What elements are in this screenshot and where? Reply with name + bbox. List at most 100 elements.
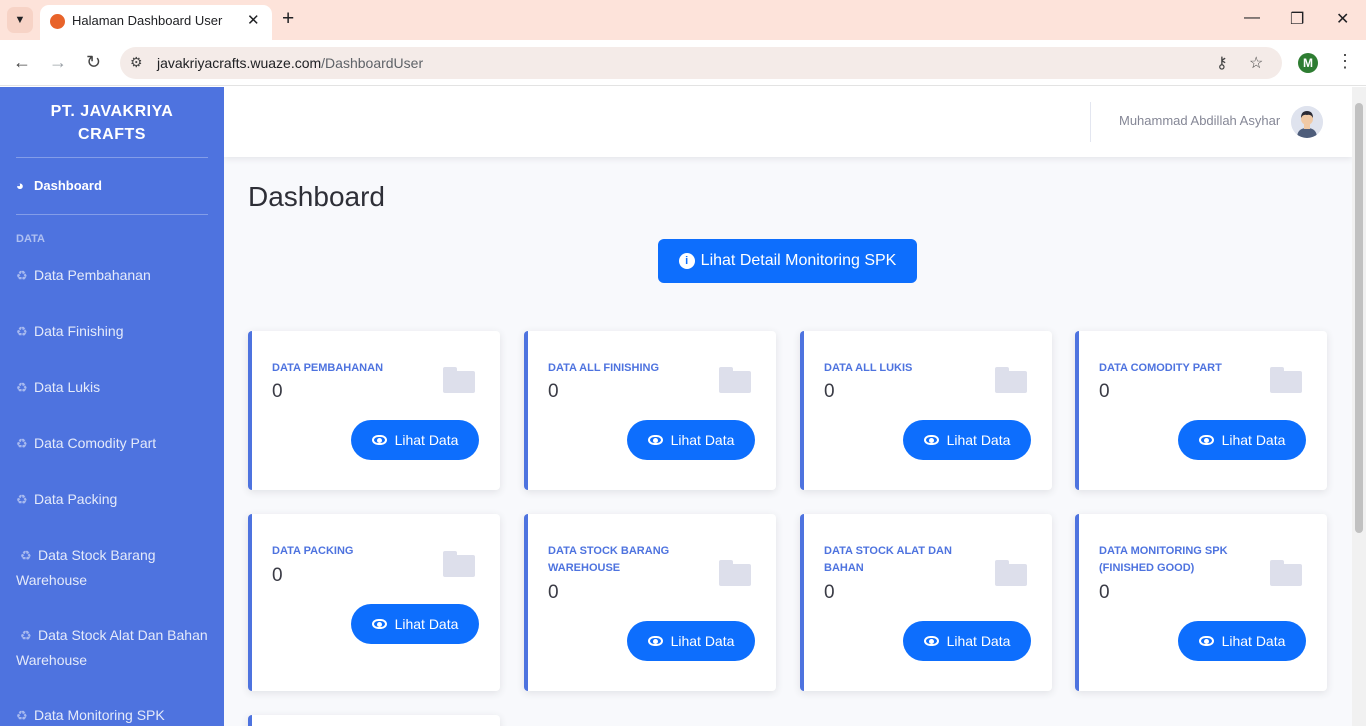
view-data-button[interactable]: Lihat Data: [351, 420, 479, 460]
key-icon[interactable]: ⚷: [1216, 53, 1228, 73]
sidebar-item-data-stock-barang-warehouse[interactable]: ♻ Data Stock Barang Warehouse: [16, 543, 211, 592]
sidebar-item-data-comodity-part[interactable]: ♻ Data Comodity Part: [16, 431, 211, 456]
star-icon[interactable]: ☆: [1249, 53, 1263, 73]
folder-icon: [995, 560, 1027, 586]
card-value: 0: [272, 381, 283, 402]
sidebar-divider: [16, 214, 208, 215]
sidebar-heading: DATA: [16, 233, 45, 245]
view-data-button[interactable]: Lihat Data: [351, 604, 479, 644]
recycle-icon: ♻: [16, 268, 28, 283]
folder-icon: [1270, 560, 1302, 586]
card-value: 0: [824, 582, 835, 603]
user-avatar-icon: [1291, 106, 1323, 138]
sidebar-item-data-monitoring-spk[interactable]: ♻ Data Monitoring SPK: [16, 703, 211, 726]
tachometer-icon: ◕: [16, 178, 24, 193]
topbar-divider: [1090, 102, 1091, 142]
card-data-all-finishing: DATA ALL FINISHING 0 Lihat Data: [524, 331, 776, 490]
forward-arrow-icon[interactable]: →: [49, 52, 67, 73]
close-window-icon[interactable]: ✕: [1336, 9, 1349, 29]
card-data-all-lukis: DATA ALL LUKIS 0 Lihat Data: [800, 331, 1052, 490]
sidebar-item-data-lukis[interactable]: ♻ Data Lukis: [16, 375, 211, 400]
folder-icon: [719, 560, 751, 586]
card-value: 0: [272, 565, 283, 586]
url-input[interactable]: ⚙ javakriyacrafts.wuaze.com/DashboardUse…: [120, 47, 1282, 79]
folder-icon: [995, 367, 1027, 393]
back-arrow-icon[interactable]: ←: [13, 52, 31, 73]
sidebar-item-data-finishing[interactable]: ♻ Data Finishing: [16, 319, 211, 344]
view-data-button[interactable]: Lihat Data: [1178, 420, 1306, 460]
folder-icon: [443, 367, 475, 393]
card-value: 0: [824, 381, 835, 402]
view-data-button[interactable]: Lihat Data: [1178, 621, 1306, 661]
eye-icon: [371, 619, 387, 629]
card-partial: [248, 715, 500, 726]
card-title: DATA PACKING: [272, 545, 354, 557]
card-data-monitoring-spk-finished-good: DATA MONITORING SPK (FINISHED GOOD) 0 Li…: [1075, 514, 1327, 691]
eye-icon: [647, 636, 663, 646]
eye-icon: [923, 636, 939, 646]
eye-icon: [1198, 435, 1214, 445]
card-value: 0: [1099, 582, 1110, 603]
sidebar-item-data-pembahanan[interactable]: ♻ Data Pembahanan: [16, 263, 211, 288]
folder-icon: [1270, 367, 1302, 393]
eye-icon: [1198, 636, 1214, 646]
info-circle-icon: i: [678, 253, 695, 269]
folder-icon: [443, 551, 475, 577]
sidebar-item-data-stock-alat-dan-bahan-warehouse[interactable]: ♻ Data Stock Alat Dan Bahan Warehouse: [16, 623, 211, 672]
card-title: DATA COMODITY PART: [1099, 362, 1222, 374]
new-tab-plus-icon[interactable]: +: [282, 8, 294, 30]
tab-search-button[interactable]: ▼: [7, 7, 33, 33]
view-data-button[interactable]: Lihat Data: [627, 420, 755, 460]
browser-tab[interactable]: Halaman Dashboard User ✕: [40, 5, 272, 40]
minimize-icon[interactable]: —: [1244, 9, 1260, 27]
tab-title: Halaman Dashboard User: [72, 13, 223, 28]
card-title: DATA STOCK BARANG WAREHOUSE: [548, 545, 670, 574]
card-data-packing: DATA PACKING 0 Lihat Data: [248, 514, 500, 691]
card-data-stock-barang-warehouse: DATA STOCK BARANG WAREHOUSE 0 Lihat Data: [524, 514, 776, 691]
restore-icon[interactable]: ❐: [1290, 9, 1304, 29]
site-favicon-icon: [50, 14, 65, 29]
card-data-comodity-part: DATA COMODITY PART 0 Lihat Data: [1075, 331, 1327, 490]
eye-icon: [923, 435, 939, 445]
sidebar: PT. JAVAKRIYA CRAFTS ◕ Dashboard DATA ♻ Da…: [0, 87, 224, 726]
view-data-button[interactable]: Lihat Data: [903, 621, 1031, 661]
card-value: 0: [548, 381, 559, 402]
card-value: 0: [548, 582, 559, 603]
browser-tab-bar: ▼ Halaman Dashboard User ✕ + — ❐ ✕: [0, 0, 1366, 40]
reload-icon[interactable]: ↻: [86, 52, 101, 73]
sidebar-brand[interactable]: PT. JAVAKRIYA CRAFTS: [0, 100, 224, 146]
card-data-pembahanan: DATA PEMBAHANAN 0 Lihat Data: [248, 331, 500, 490]
view-data-button[interactable]: Lihat Data: [903, 420, 1031, 460]
sidebar-divider: [16, 157, 208, 158]
eye-icon: [371, 435, 387, 445]
view-data-button[interactable]: Lihat Data: [627, 621, 755, 661]
profile-avatar[interactable]: M: [1298, 53, 1318, 73]
close-tab-icon[interactable]: ✕: [247, 11, 260, 29]
scrollbar-thumb[interactable]: [1355, 103, 1363, 533]
page-scrollbar[interactable]: [1352, 87, 1366, 726]
eye-icon: [647, 435, 663, 445]
user-name[interactable]: Muhammad Abdillah Asyhar: [1119, 113, 1280, 128]
user-avatar[interactable]: [1291, 106, 1323, 138]
recycle-icon: ♻: [16, 380, 28, 395]
card-title: DATA ALL LUKIS: [824, 362, 913, 374]
topbar: Muhammad Abdillah Asyhar: [224, 87, 1352, 157]
chevron-down-icon: ▼: [14, 14, 26, 26]
card-title: DATA STOCK ALAT DAN BAHAN: [824, 545, 952, 574]
recycle-icon: ♻: [16, 492, 28, 507]
browser-address-bar: ← → ↻ ⚙ javakriyacrafts.wuaze.com/Dashbo…: [0, 40, 1366, 86]
recycle-icon: ♻: [16, 436, 28, 451]
card-value: 0: [1099, 381, 1110, 402]
main-content: Muhammad Abdillah Asyhar Dashboard i Lih…: [224, 87, 1352, 726]
page-title: Dashboard: [248, 181, 385, 212]
monitoring-spk-detail-button[interactable]: i Lihat Detail Monitoring SPK: [658, 239, 917, 283]
card-data-stock-alat-dan-bahan: DATA STOCK ALAT DAN BAHAN 0 Lihat Data: [800, 514, 1052, 691]
site-settings-icon[interactable]: ⚙: [130, 54, 143, 71]
recycle-icon: ♻: [16, 324, 28, 339]
recycle-icon: ♻: [20, 628, 32, 643]
sidebar-item-data-packing[interactable]: ♻ Data Packing: [16, 487, 211, 512]
sidebar-item-dashboard[interactable]: ◕ Dashboard: [16, 174, 211, 198]
card-title: DATA ALL FINISHING: [548, 362, 660, 374]
more-menu-icon[interactable]: ⋮: [1336, 51, 1354, 72]
card-title: DATA PEMBAHANAN: [272, 362, 384, 374]
